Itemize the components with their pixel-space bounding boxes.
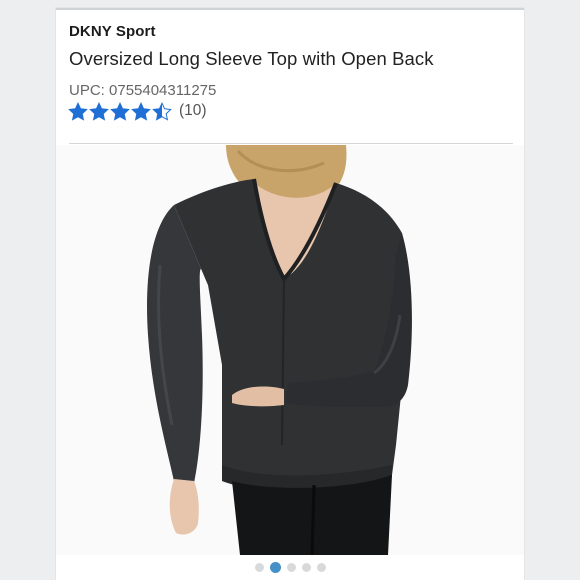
card-top-border — [56, 8, 524, 10]
section-divider — [69, 143, 513, 144]
product-image[interactable] — [56, 145, 524, 555]
star-full-icon — [110, 101, 130, 121]
star-half-icon — [152, 101, 172, 121]
product-title: Oversized Long Sleeve Top with Open Back — [69, 48, 434, 69]
star-full-icon — [68, 101, 88, 121]
rating-stars — [68, 101, 172, 121]
carousel-dots — [56, 561, 524, 573]
product-card: DKNY Sport Oversized Long Sleeve Top wit… — [56, 8, 524, 580]
product-brand[interactable]: DKNY Sport — [69, 23, 156, 40]
carousel-dot[interactable] — [286, 562, 296, 572]
product-photo-illustration — [56, 145, 524, 555]
product-upc: UPC: 0755404311275 — [69, 82, 217, 99]
star-full-icon — [131, 101, 151, 121]
carousel-dot[interactable] — [254, 562, 264, 572]
carousel-dot[interactable] — [316, 562, 326, 572]
carousel-dot-active[interactable] — [269, 561, 281, 573]
product-rating[interactable]: (10) — [68, 100, 207, 122]
review-count[interactable]: (10) — [179, 102, 207, 120]
star-full-icon — [89, 101, 109, 121]
carousel-dot[interactable] — [301, 562, 311, 572]
